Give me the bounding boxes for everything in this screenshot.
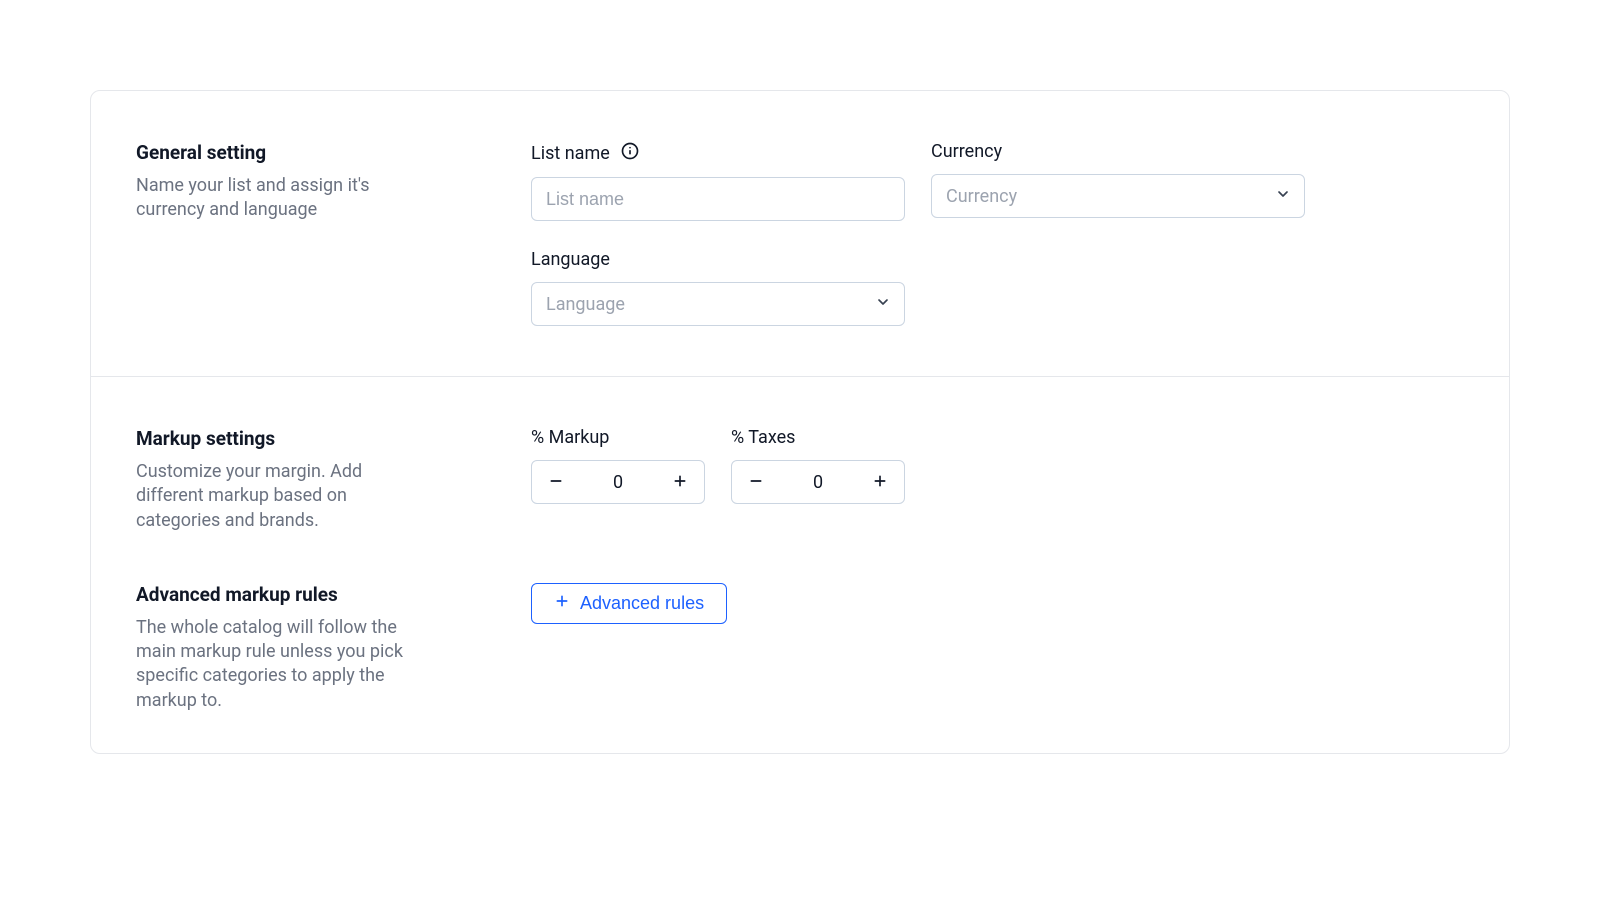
section-markup: Markup settings Customize your margin. A… xyxy=(91,376,1509,563)
info-icon[interactable] xyxy=(620,141,640,165)
currency-label-row: Currency xyxy=(931,141,1305,162)
advanced-rules-button[interactable]: Advanced rules xyxy=(531,583,727,624)
plus-icon xyxy=(672,473,688,492)
markup-decrement-button[interactable] xyxy=(544,470,568,494)
currency-select-box[interactable]: Currency xyxy=(931,174,1305,218)
language-field: Language Language xyxy=(531,249,905,326)
language-select[interactable]: Language xyxy=(531,282,905,326)
markup-value: 0 xyxy=(613,472,623,493)
steppers-row: % Markup 0 xyxy=(531,427,905,533)
currency-select[interactable]: Currency xyxy=(931,174,1305,218)
section-markup-right: % Markup 0 xyxy=(531,427,1464,533)
minus-icon xyxy=(748,473,764,492)
advanced-description: The whole catalog will follow the main m… xyxy=(136,616,416,713)
list-name-label: List name xyxy=(531,143,610,164)
taxes-stepper-label: % Taxes xyxy=(731,427,905,448)
section-advanced: Advanced markup rules The whole catalog … xyxy=(91,563,1509,753)
section-advanced-left: Advanced markup rules The whole catalog … xyxy=(136,583,531,713)
currency-label: Currency xyxy=(931,141,1002,162)
language-select-box[interactable]: Language xyxy=(531,282,905,326)
section-general-right: List name Currency Currency xyxy=(531,141,1464,326)
advanced-title: Advanced markup rules xyxy=(136,583,531,606)
general-description: Name your list and assign it's currency … xyxy=(136,174,416,223)
markup-stepper-label: % Markup xyxy=(531,427,705,448)
language-label: Language xyxy=(531,249,610,270)
minus-icon xyxy=(548,473,564,492)
section-general: General setting Name your list and assig… xyxy=(91,91,1509,376)
advanced-rules-button-label: Advanced rules xyxy=(580,593,704,614)
markup-description: Customize your margin. Add different mar… xyxy=(136,460,416,533)
taxes-stepper: 0 xyxy=(731,460,905,504)
general-title: General setting xyxy=(136,141,531,164)
markup-title: Markup settings xyxy=(136,427,531,450)
plus-icon xyxy=(872,473,888,492)
language-label-row: Language xyxy=(531,249,905,270)
taxes-stepper-field: % Taxes 0 xyxy=(731,427,905,533)
list-name-label-row: List name xyxy=(531,141,905,165)
markup-stepper: 0 xyxy=(531,460,705,504)
markup-stepper-field: % Markup 0 xyxy=(531,427,705,533)
section-advanced-right: Advanced rules xyxy=(531,583,1464,713)
section-markup-left: Markup settings Customize your margin. A… xyxy=(136,427,531,533)
taxes-increment-button[interactable] xyxy=(868,470,892,494)
currency-field: Currency Currency xyxy=(931,141,1305,221)
markup-increment-button[interactable] xyxy=(668,470,692,494)
section-general-left: General setting Name your list and assig… xyxy=(136,141,531,326)
list-name-input[interactable] xyxy=(531,177,905,221)
settings-card: General setting Name your list and assig… xyxy=(90,90,1510,754)
taxes-value: 0 xyxy=(813,472,823,493)
taxes-decrement-button[interactable] xyxy=(744,470,768,494)
list-name-field: List name xyxy=(531,141,905,221)
plus-icon xyxy=(554,593,570,614)
